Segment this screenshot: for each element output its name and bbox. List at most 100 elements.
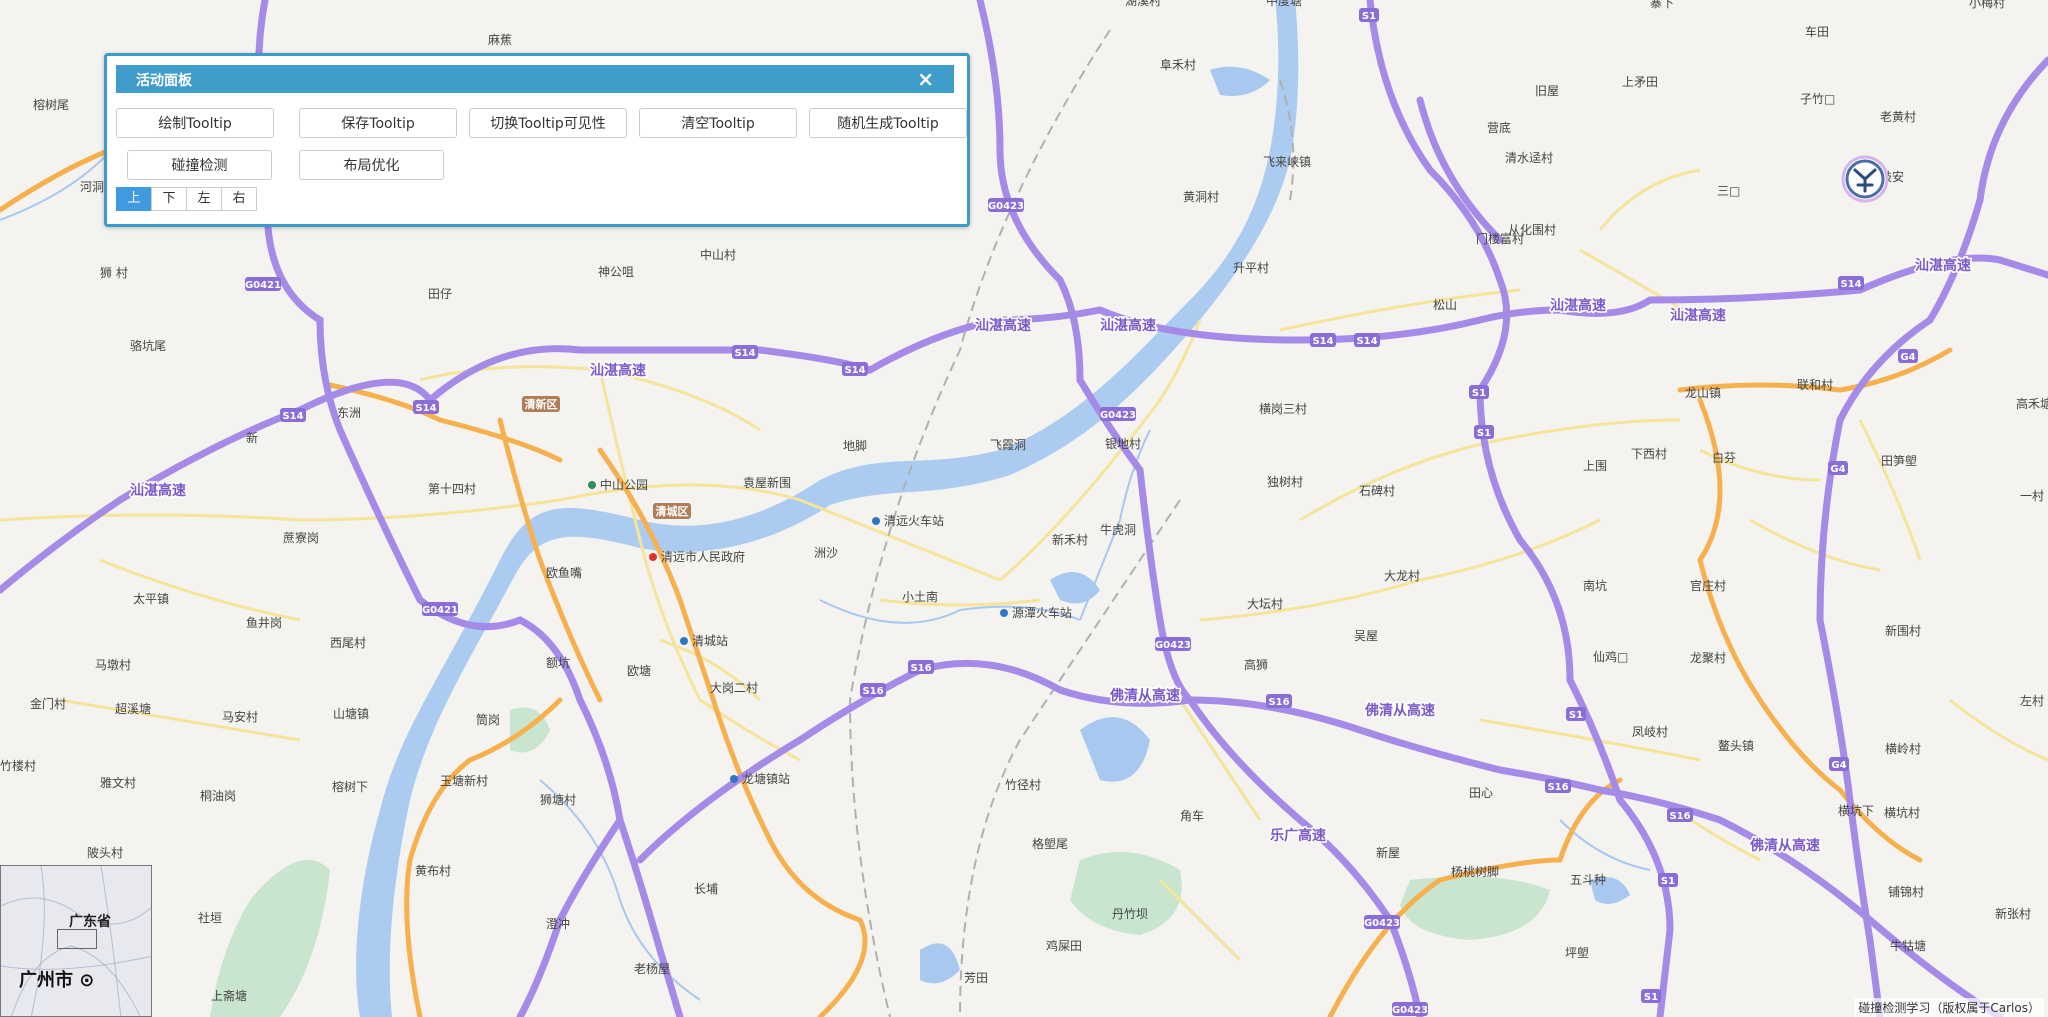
svg-text:S1: S1 — [1644, 992, 1658, 1003]
place-label: 麻蕉 — [488, 32, 512, 47]
place-label: 凤岐村 — [1632, 725, 1668, 739]
place-label: 铺锦村 — [1888, 885, 1924, 899]
save-tooltip-button[interactable]: 保存Tooltip — [299, 108, 457, 138]
poi-label[interactable]: 清城站 — [692, 634, 728, 648]
collision-detect-button[interactable]: 碰撞检测 — [127, 150, 272, 180]
place-label: 高狮 — [1244, 657, 1268, 672]
place-label: 横坑村 — [1884, 805, 1920, 820]
place-label: 大龙村 — [1384, 569, 1420, 583]
place-label: 澄冲 — [546, 916, 570, 931]
shield-s16: S16 — [860, 683, 886, 697]
highway-label: 汕湛高速 — [1670, 307, 1726, 324]
place-label: 上围 — [1583, 459, 1607, 473]
place-label: 竹楼村 — [0, 758, 36, 773]
svg-text:S16: S16 — [1669, 811, 1690, 822]
place-label: 神公咀 — [598, 265, 634, 279]
place-label: 榕树尾 — [33, 97, 69, 112]
layout-optimize-button[interactable]: 布局优化 — [299, 150, 444, 180]
shield-g0421: G0421 — [245, 277, 281, 291]
poi-label[interactable]: 清远市人民政府 — [661, 549, 745, 564]
svg-text:S14: S14 — [282, 411, 303, 422]
overview-city-label: 广州市 ⊙ — [19, 970, 95, 991]
poi-marker-icon[interactable] — [730, 775, 738, 783]
place-label: 银地村 — [1105, 437, 1141, 451]
random-tooltip-button[interactable]: 随机生成Tooltip — [809, 108, 967, 138]
place-label: 老杨屋 — [634, 961, 670, 976]
toggle-tooltip-visibility-button[interactable]: 切换Tooltip可见性 — [469, 108, 627, 138]
direction-down-button[interactable]: 下 — [151, 187, 187, 211]
svg-text:S16: S16 — [862, 686, 883, 697]
svg-text:G0421: G0421 — [422, 605, 458, 616]
highway-label: 佛清从高速 — [1364, 702, 1435, 719]
poi-marker-icon[interactable] — [1000, 609, 1008, 617]
place-label: 山塘镇 — [333, 706, 369, 721]
place-label: 横岗三村 — [1259, 402, 1307, 416]
place-label: 格塱尾 — [1032, 836, 1068, 851]
overview-viewport[interactable] — [57, 929, 97, 949]
svg-text:S1: S1 — [1472, 388, 1486, 399]
place-label: 杨桃树脚 — [1451, 864, 1499, 879]
svg-text:S16: S16 — [1268, 697, 1289, 708]
poi-marker-icon[interactable] — [649, 553, 657, 561]
shield-s16: S16 — [1667, 808, 1693, 822]
place-label: 鱼井岗 — [246, 616, 282, 630]
direction-left-button[interactable]: 左 — [186, 187, 222, 211]
shield-s1: S1 — [1474, 425, 1494, 439]
place-label: 鸡屎田 — [1046, 938, 1082, 953]
panel-title: 活动面板 — [136, 73, 192, 89]
svg-text:G0423: G0423 — [1155, 640, 1191, 651]
place-label: 寨下 — [1650, 0, 1674, 10]
app-logo-icon[interactable] — [1841, 155, 1889, 203]
place-label: 玉塘新村 — [440, 773, 488, 788]
poi-label[interactable]: 龙塘镇站 — [742, 771, 790, 786]
place-label: 飞霞洞 — [990, 438, 1026, 452]
place-label: 西尾村 — [330, 636, 366, 650]
activity-panel: 活动面板 × 绘制Tooltip 保存Tooltip 切换Tooltip可见性 … — [104, 53, 970, 227]
overview-map[interactable]: 广东省 广州市 ⊙ — [0, 865, 152, 1017]
place-label: 三□ — [1717, 184, 1740, 198]
svg-text:G4: G4 — [1900, 352, 1915, 363]
place-label: 陂头村 — [87, 845, 123, 860]
place-label: 松山 — [1433, 298, 1457, 312]
place-label: 坪塱 — [1565, 945, 1589, 960]
place-label: 高禾塘 — [2016, 396, 2048, 411]
svg-text:S14: S14 — [1312, 336, 1333, 347]
shield-s14: S14 — [280, 408, 306, 422]
direction-right-button[interactable]: 右 — [221, 187, 257, 211]
poi-label[interactable]: 清远火车站 — [884, 513, 944, 528]
place-label: 营底 — [1487, 120, 1511, 135]
place-label: 官庄村 — [1690, 578, 1726, 593]
shield-s16: S16 — [1545, 779, 1571, 793]
draw-tooltip-button[interactable]: 绘制Tooltip — [116, 108, 274, 138]
shield-g0423: G0423 — [1392, 1002, 1428, 1016]
place-label: 欧塘 — [627, 663, 651, 678]
place-label: 马安村 — [222, 709, 258, 724]
place-label: 石碑村 — [1359, 483, 1395, 498]
place-label: 河洞 — [80, 180, 104, 194]
place-label: 丹竹坝 — [1112, 907, 1148, 921]
poi-label[interactable]: 中山公园 — [600, 477, 648, 492]
svg-text:G4: G4 — [1831, 760, 1846, 771]
place-label: 老黄村 — [1880, 110, 1916, 124]
close-icon[interactable]: × — [917, 67, 934, 91]
place-label: 仙鸡□ — [1593, 649, 1628, 664]
highway-label: 汕湛高速 — [1100, 317, 1156, 334]
panel-header: 活动面板 × — [116, 65, 954, 93]
place-label: 左村 — [2020, 693, 2044, 708]
place-label: 横坑下 — [1838, 803, 1874, 818]
place-label: 袁屋新围 — [743, 475, 791, 490]
highway-label: 乐广高速 — [1270, 827, 1326, 844]
poi-marker-icon[interactable] — [680, 637, 688, 645]
place-label: 东洲 — [337, 406, 361, 420]
shield-s14: S14 — [1354, 333, 1380, 347]
place-label: 门楼富村 — [1476, 231, 1524, 246]
poi-label[interactable]: 源潭火车站 — [1012, 605, 1072, 620]
poi-marker-icon[interactable] — [588, 481, 596, 489]
clear-tooltip-button[interactable]: 清空Tooltip — [639, 108, 797, 138]
shield-s14: S14 — [413, 400, 439, 414]
svg-text:S16: S16 — [1547, 782, 1568, 793]
poi-marker-icon[interactable] — [872, 517, 880, 525]
direction-up-button[interactable]: 上 — [116, 187, 152, 211]
place-label: 横岭村 — [1885, 742, 1921, 756]
place-label: 欧鱼嘴 — [546, 566, 582, 580]
